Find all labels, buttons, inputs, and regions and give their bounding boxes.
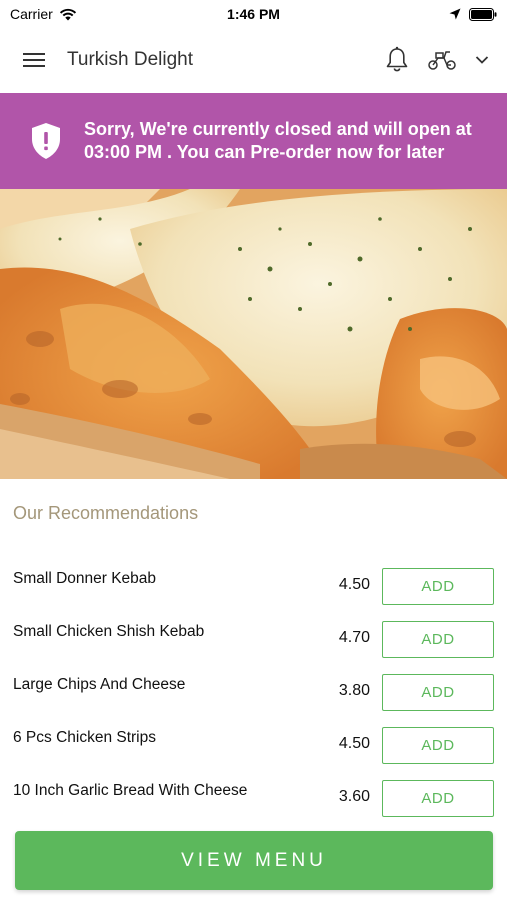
list-item: Large Chips And Cheese 3.80 ADD: [0, 666, 507, 719]
recommendations-list: Small Donner Kebab 4.50 ADD Small Chicke…: [0, 560, 507, 825]
closed-banner: Sorry, We're currently closed and will o…: [0, 93, 507, 189]
scooter-icon: [428, 51, 456, 70]
hero-image: [0, 189, 507, 479]
list-item: Small Donner Kebab 4.50 ADD: [0, 560, 507, 613]
shield-alert-icon: [30, 122, 62, 160]
status-right: [449, 7, 497, 21]
item-name: 10 Inch Garlic Bread With Cheese: [13, 782, 248, 799]
closed-message: Sorry, We're currently closed and will o…: [84, 119, 472, 162]
menu-button[interactable]: [20, 46, 48, 74]
item-price: 4.50: [338, 576, 370, 593]
item-name: Large Chips And Cheese: [13, 676, 186, 693]
item-name: Small Chicken Shish Kebab: [13, 623, 205, 640]
item-price: 3.80: [338, 682, 370, 699]
chevron-down-icon: [475, 56, 489, 64]
item-price: 4.50: [338, 735, 370, 752]
add-button[interactable]: ADD: [382, 621, 494, 658]
add-button[interactable]: ADD: [382, 780, 494, 817]
recommendations-title: Our Recommendations: [13, 503, 199, 523]
add-button[interactable]: ADD: [382, 568, 494, 605]
item-name: 6 Pcs Chicken Strips: [13, 729, 156, 746]
location-arrow-icon: [449, 8, 461, 20]
battery-icon: [469, 7, 497, 21]
menu-icon: [23, 53, 45, 67]
list-item: Small Chicken Shish Kebab 4.70 ADD: [0, 613, 507, 666]
add-button[interactable]: ADD: [382, 674, 494, 711]
notifications-button[interactable]: [385, 46, 409, 74]
status-left: Carrier: [10, 6, 77, 22]
view-menu-button[interactable]: VIEW MENU: [15, 831, 493, 890]
delivery-mode-button[interactable]: [427, 49, 457, 71]
item-price: 4.70: [338, 629, 370, 646]
bell-icon: [386, 46, 408, 72]
item-price: 3.60: [338, 788, 370, 805]
header-actions: [385, 46, 489, 74]
delivery-mode-dropdown[interactable]: [475, 55, 489, 65]
list-item: 6 Pcs Chicken Strips 4.50 ADD: [0, 719, 507, 772]
add-button[interactable]: ADD: [382, 727, 494, 764]
app-header: Turkish Delight: [0, 28, 507, 92]
page-title: Turkish Delight: [67, 49, 194, 70]
status-bar: Carrier 1:46 PM: [0, 0, 507, 28]
carrier-label: Carrier: [10, 6, 53, 22]
list-item: 10 Inch Garlic Bread With Cheese 3.60 AD…: [0, 772, 507, 825]
item-name: Small Donner Kebab: [13, 570, 157, 587]
wifi-icon: [59, 8, 76, 20]
